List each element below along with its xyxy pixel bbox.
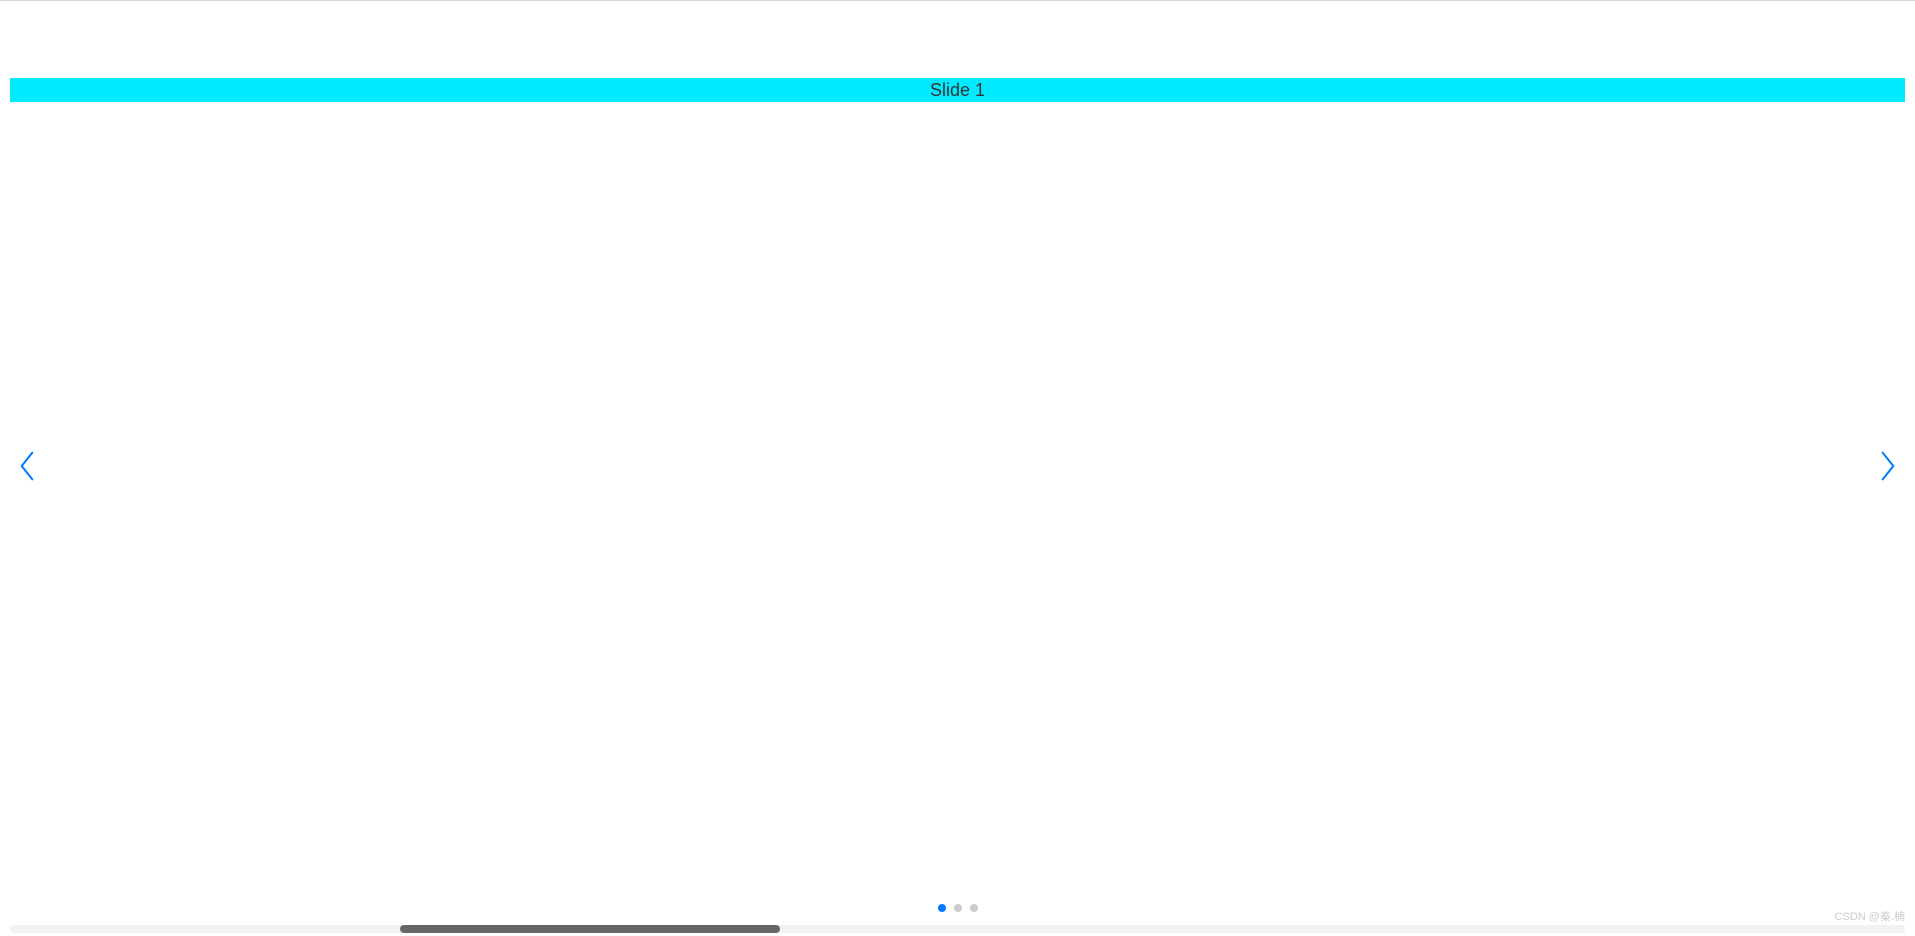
scrollbar-thumb[interactable]	[400, 925, 780, 933]
pagination-bullet-1[interactable]	[938, 904, 946, 912]
prev-button[interactable]	[14, 444, 42, 492]
next-button[interactable]	[1873, 444, 1901, 492]
slide-label: Slide 1	[930, 80, 985, 100]
slide-header: Slide 1	[10, 78, 1905, 102]
pagination-bullet-3[interactable]	[970, 904, 978, 912]
pagination	[938, 904, 978, 912]
chevron-left-icon	[19, 444, 37, 493]
pagination-bullet-2[interactable]	[954, 904, 962, 912]
swiper-container: Slide 1	[10, 78, 1905, 916]
top-divider	[0, 0, 1915, 1]
chevron-right-icon	[1878, 444, 1896, 493]
scrollbar-track[interactable]	[10, 925, 1905, 933]
